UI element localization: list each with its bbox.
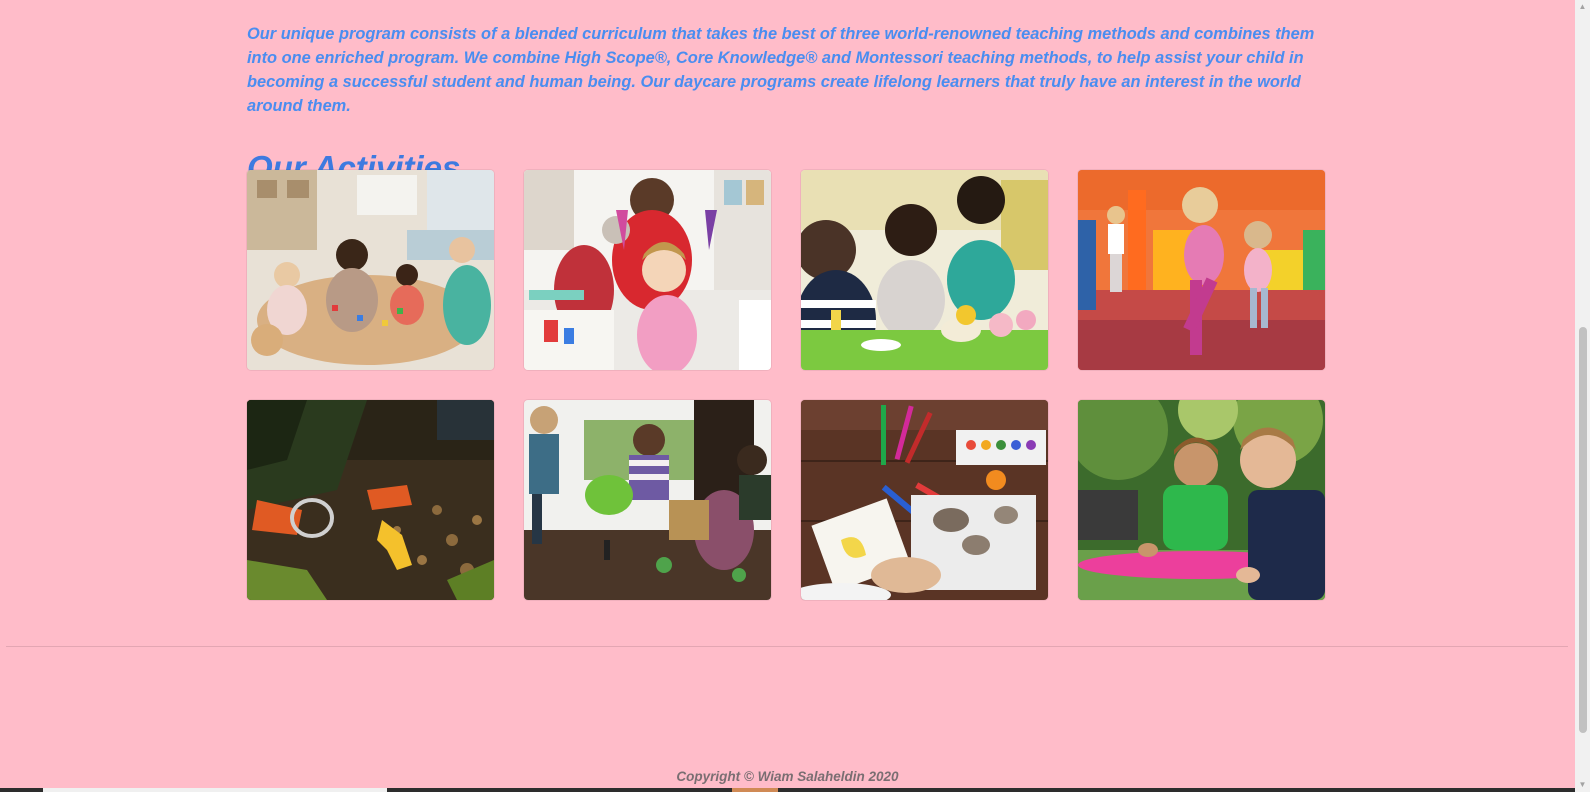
garden-watering-photo: [524, 400, 771, 600]
activity-photo-markers-rocks[interactable]: [801, 400, 1048, 600]
activity-photo-magnifying-glass[interactable]: [247, 400, 494, 600]
footer-divider: [6, 646, 1568, 647]
markers-rocks-craft-photo: [801, 400, 1048, 600]
activity-photo-classroom-table[interactable]: [247, 170, 494, 370]
scrollbar-thumb[interactable]: [1579, 327, 1587, 733]
program-description: Our unique program consists of a blended…: [247, 25, 1315, 115]
copyright-text: Copyright © Wiam Salaheldin 2020: [676, 769, 899, 784]
activity-photo-garden-watering[interactable]: [524, 400, 771, 600]
classroom-table-photo: [247, 170, 494, 370]
taskbar-edge: [0, 788, 1575, 792]
finger-painting-photo: [524, 170, 771, 370]
activity-photo-tea-party[interactable]: [801, 170, 1048, 370]
activities-gallery: [247, 170, 1327, 600]
scroll-up-icon[interactable]: ▲: [1575, 0, 1590, 14]
main-content: Our unique program consists of a blended…: [247, 0, 1327, 188]
tea-party-play-photo: [801, 170, 1048, 370]
taskbar-accent-segment: [732, 788, 778, 792]
activity-photo-outdoor-play[interactable]: [1078, 400, 1325, 600]
scroll-down-icon[interactable]: ▼: [1575, 778, 1590, 792]
outdoor-boys-play-photo: [1078, 400, 1325, 600]
activity-photo-playroom[interactable]: [1078, 170, 1325, 370]
playroom-dancing-photo: [1078, 170, 1325, 370]
magnifying-glass-soil-photo: [247, 400, 494, 600]
taskbar-segment: [43, 788, 387, 792]
page-scrollbar[interactable]: ▲ ▼: [1575, 0, 1590, 792]
activity-photo-finger-painting[interactable]: [524, 170, 771, 370]
